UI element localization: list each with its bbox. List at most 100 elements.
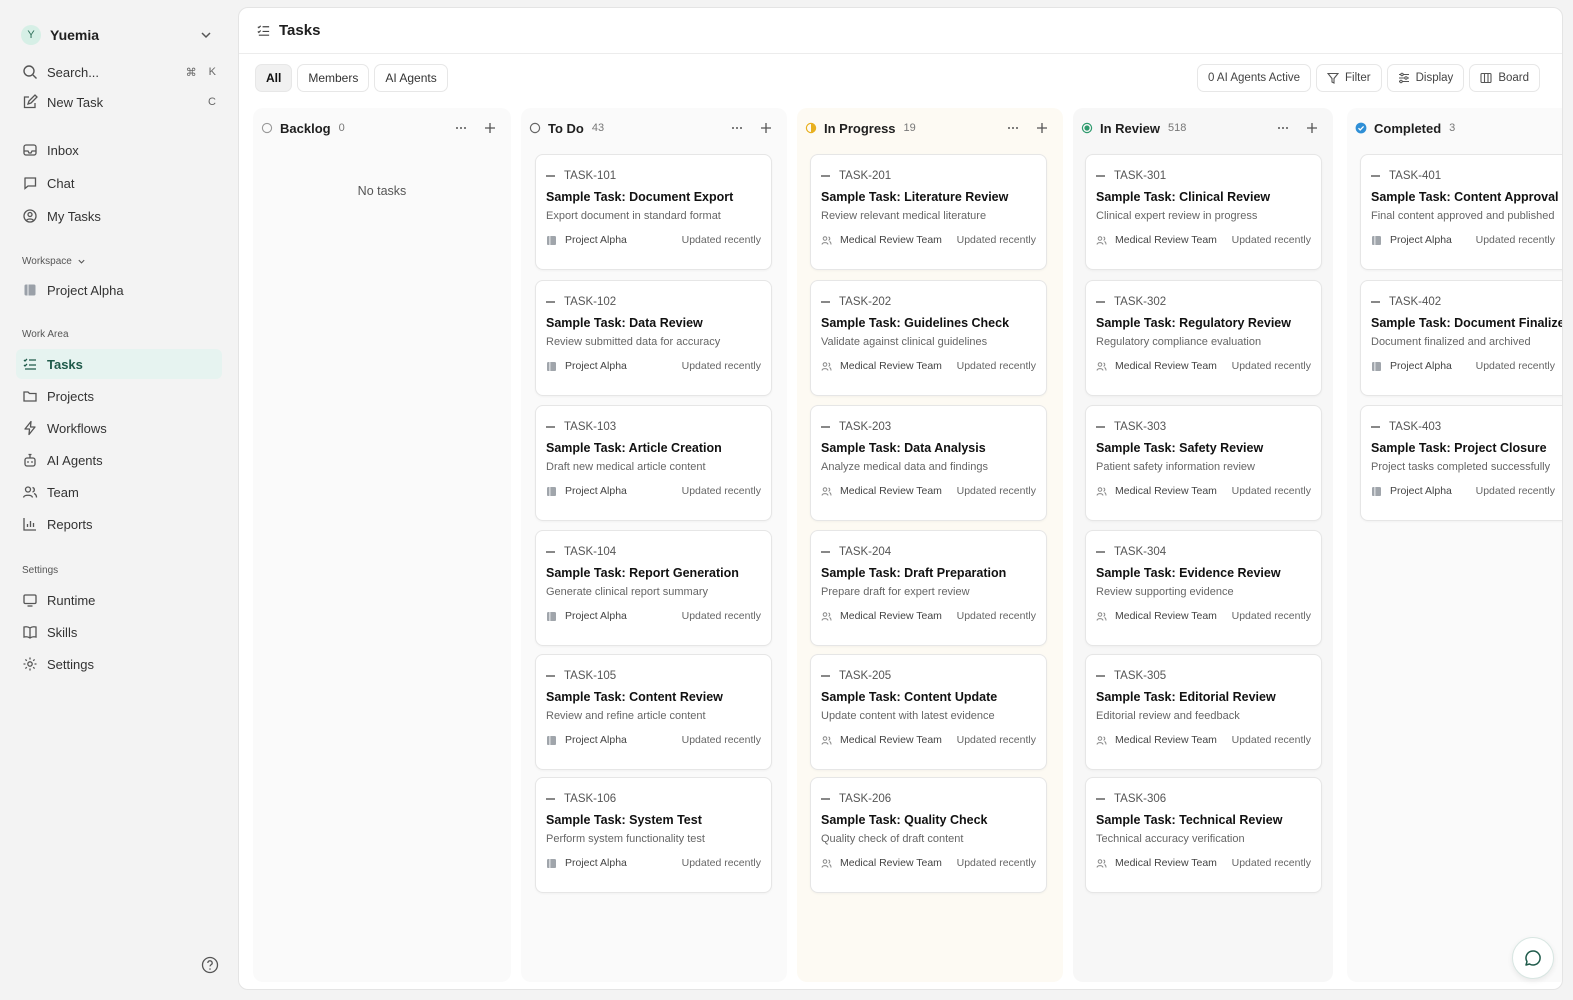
todo-status-icon	[529, 122, 541, 134]
project-icon	[546, 361, 557, 372]
column-count: 19	[903, 122, 916, 134]
task-card[interactable]: TASK-302 Sample Task: Regulatory Review Re…	[1085, 280, 1322, 396]
plus-icon[interactable]	[1035, 121, 1049, 135]
task-updated: Updated recently	[1231, 234, 1311, 246]
chat-icon	[22, 175, 38, 191]
sidebar-item-chat[interactable]: Chat	[16, 168, 222, 198]
search-button[interactable]: Search... ⌘ K	[16, 57, 222, 87]
book-icon	[22, 624, 38, 640]
task-card[interactable]: TASK-202 Sample Task: Guidelines Check Val…	[810, 280, 1047, 396]
display-button[interactable]: Display	[1386, 64, 1465, 92]
chat-support-button[interactable]	[1512, 937, 1554, 979]
team-icon	[821, 858, 832, 869]
task-description: Regulatory compliance evaluation	[1096, 336, 1262, 348]
sidebar-item-inbox[interactable]: Inbox	[16, 135, 222, 165]
workspace-section-toggle[interactable]: Workspace	[16, 251, 222, 271]
task-card[interactable]: TASK-206 Sample Task: Quality Check Qualit…	[810, 777, 1047, 893]
tab-ai-agents[interactable]: AI Agents	[374, 64, 448, 92]
priority-icon	[1096, 426, 1105, 428]
column-count: 0	[338, 122, 345, 134]
sidebar-item-reports[interactable]: Reports	[16, 509, 222, 539]
new-task-button[interactable]: New Task C	[16, 87, 222, 117]
sidebar-item-projects[interactable]: Projects	[16, 381, 222, 411]
more-icon[interactable]	[454, 121, 468, 135]
task-card[interactable]: TASK-205 Sample Task: Content Update Updat…	[810, 654, 1047, 770]
help-icon[interactable]	[200, 955, 220, 975]
tab-all[interactable]: All	[255, 64, 293, 92]
task-card[interactable]: TASK-105 Sample Task: Content Review Revie…	[535, 654, 772, 770]
task-card[interactable]: TASK-201 Sample Task: Literature Review Re…	[810, 154, 1047, 270]
task-card[interactable]: TASK-106 Sample Task: System Test Perform …	[535, 777, 772, 893]
sidebar-item-tasks[interactable]: Tasks	[16, 349, 222, 379]
project-icon	[1371, 235, 1382, 246]
sidebar-item-project-alpha[interactable]: Project Alpha	[16, 275, 222, 305]
plus-icon[interactable]	[483, 121, 497, 135]
task-title: Sample Task: Guidelines Check	[821, 316, 1010, 330]
workspace-switcher[interactable]: Y Yuemia	[16, 18, 222, 52]
task-card[interactable]: TASK-203 Sample Task: Data Analysis Analyz…	[810, 405, 1047, 521]
more-icon[interactable]	[1276, 121, 1290, 135]
priority-icon	[1096, 301, 1105, 303]
task-card[interactable]: TASK-401 Sample Task: Content Approval Fin…	[1360, 154, 1562, 270]
task-updated: Updated recently	[681, 734, 761, 746]
task-updated: Updated recently	[1231, 734, 1311, 746]
task-card[interactable]: TASK-301 Sample Task: Clinical Review Clin…	[1085, 154, 1322, 270]
team-icon	[821, 611, 832, 622]
agents-active-button[interactable]: 0 AI Agents Active	[1196, 64, 1312, 92]
task-card[interactable]: TASK-306 Sample Task: Technical Review Tec…	[1085, 777, 1322, 893]
task-card[interactable]: TASK-103 Sample Task: Article Creation Dra…	[535, 405, 772, 521]
task-card[interactable]: TASK-402 Sample Task: Document Finalized D…	[1360, 280, 1562, 396]
task-card[interactable]: TASK-101 Sample Task: Document Export Expo…	[535, 154, 772, 270]
task-card[interactable]: TASK-204 Sample Task: Draft Preparation Pr…	[810, 530, 1047, 646]
sidebar-item-my-tasks[interactable]: My Tasks	[16, 201, 222, 231]
tab-members[interactable]: Members	[297, 64, 370, 92]
sidebar-item-ai-agents[interactable]: AI Agents	[16, 445, 222, 475]
more-icon[interactable]	[1006, 121, 1020, 135]
priority-icon	[1371, 175, 1380, 177]
task-description: Perform system functionality test	[546, 833, 705, 845]
columns-icon	[1480, 72, 1492, 84]
sidebar: Y Yuemia Search... ⌘ K New Task C Inbox …	[0, 0, 238, 1000]
sidebar-item-skills[interactable]: Skills	[16, 617, 222, 647]
sidebar-item-workflows[interactable]: Workflows	[16, 413, 222, 443]
task-card[interactable]: TASK-304 Sample Task: Evidence Review Revi…	[1085, 530, 1322, 646]
more-icon[interactable]	[1561, 121, 1562, 135]
task-card[interactable]: TASK-305 Sample Task: Editorial Review Edi…	[1085, 654, 1322, 770]
column-header: In Progress 19	[797, 108, 1063, 148]
task-updated: Updated recently	[956, 234, 1036, 246]
team-icon	[821, 735, 832, 746]
task-project: Project Alpha	[565, 360, 627, 372]
search-label: Search...	[47, 64, 100, 80]
column-count: 43	[591, 122, 605, 134]
task-card[interactable]: TASK-104 Sample Task: Report Generation Ge…	[535, 530, 772, 646]
task-id: TASK-306	[1114, 793, 1167, 805]
task-card[interactable]: TASK-303 Sample Task: Safety Review Patien…	[1085, 405, 1322, 521]
sidebar-item-team[interactable]: Team	[16, 477, 222, 507]
priority-icon	[821, 798, 830, 800]
task-updated: Updated recently	[956, 610, 1036, 622]
task-description: Technical accuracy verification	[1096, 833, 1245, 845]
board-view-button[interactable]: Board	[1469, 64, 1540, 92]
sidebar-item-label: Chat	[47, 175, 75, 191]
team-icon	[821, 235, 832, 246]
task-card[interactable]: TASK-102 Sample Task: Data Review Review s…	[535, 280, 772, 396]
filter-button[interactable]: Filter	[1316, 64, 1382, 92]
more-icon[interactable]	[730, 121, 744, 135]
plus-icon[interactable]	[1305, 121, 1319, 135]
lightning-icon	[22, 420, 38, 436]
priority-icon	[821, 551, 830, 553]
sidebar-item-settings[interactable]: Settings	[16, 649, 222, 679]
workspace-name: Yuemia	[50, 27, 100, 43]
sidebar-item-label: Settings	[47, 656, 94, 672]
page-title: Tasks	[279, 22, 321, 39]
sidebar-item-runtime[interactable]: Runtime	[16, 585, 222, 615]
column-title: Completed	[1374, 120, 1442, 136]
project-icon	[546, 235, 557, 246]
task-description: Review relevant medical literature	[821, 210, 987, 222]
plus-icon[interactable]	[759, 121, 773, 135]
task-card[interactable]: TASK-403 Sample Task: Project Closure Proj…	[1360, 405, 1562, 521]
priority-icon	[546, 175, 555, 177]
column-header: To Do 43	[521, 108, 787, 148]
main-panel: Tasks All Members AI Agents 0 AI Agents …	[238, 7, 1563, 990]
column-backlog: Backlog 0 No tasks	[253, 108, 511, 982]
